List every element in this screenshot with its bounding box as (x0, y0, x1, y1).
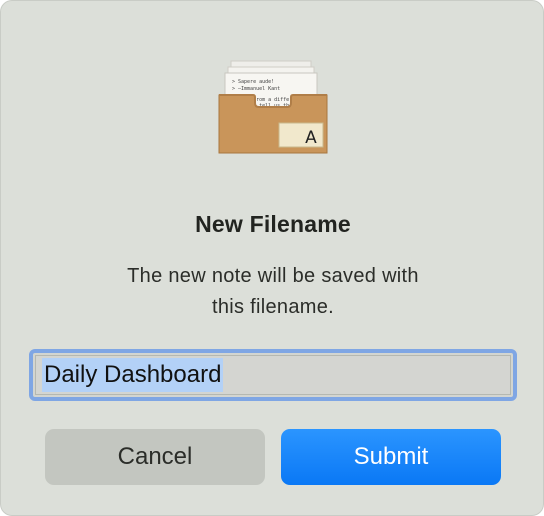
card-line-2: > —Immanuel Kant (232, 86, 280, 92)
dialog-message-line-1: The new note will be saved with (127, 265, 419, 287)
dialog-message: The new note will be saved with this fil… (93, 261, 453, 323)
submit-button[interactable]: Submit (281, 429, 501, 485)
badge-letter: A (305, 128, 317, 148)
dialog-message-line-2: this filename. (211, 296, 335, 318)
filename-field-focus-ring[interactable]: Daily Dashboard (29, 349, 517, 401)
new-filename-dialog: > Sapere aude! > —Immanuel Kant Viewed f… (0, 0, 544, 516)
card-line-1: > Sapere aude! (232, 79, 274, 85)
cancel-button[interactable]: Cancel (45, 429, 265, 485)
filename-input-value[interactable]: Daily Dashboard (42, 358, 224, 392)
app-icon: > Sapere aude! > —Immanuel Kant Viewed f… (215, 57, 331, 155)
note-archive-box-icon: > Sapere aude! > —Immanuel Kant Viewed f… (218, 60, 328, 154)
dialog-title: New Filename (195, 211, 351, 237)
filename-input[interactable]: Daily Dashboard (35, 355, 511, 395)
